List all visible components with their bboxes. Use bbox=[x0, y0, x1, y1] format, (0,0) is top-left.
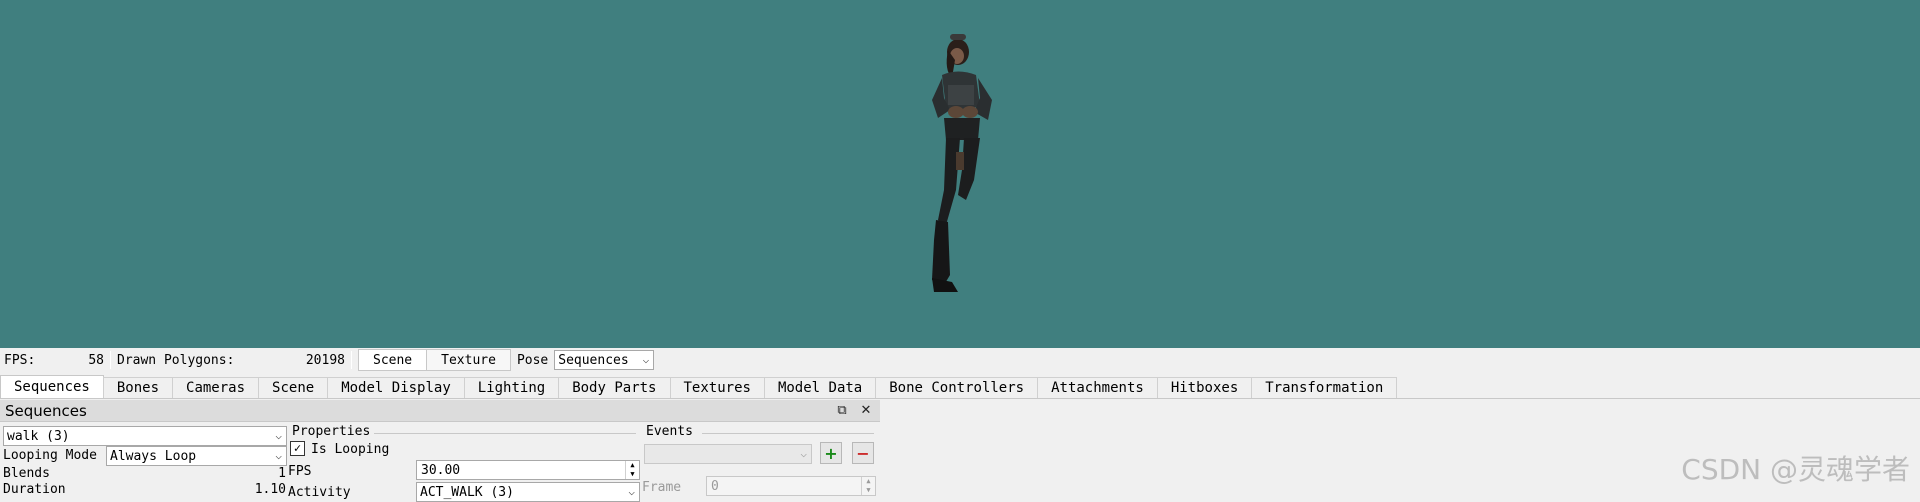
character-model bbox=[932, 34, 992, 292]
tab-hitboxes[interactable]: Hitboxes bbox=[1156, 377, 1253, 398]
is-looping-label: Is Looping bbox=[311, 442, 390, 457]
spin-arrows-icon[interactable]: ▲ ▼ bbox=[625, 461, 639, 479]
chevron-down-icon: ⌵ bbox=[275, 449, 282, 462]
fps-readout: FPS: 58 bbox=[0, 348, 108, 372]
looping-mode-dropdown[interactable]: Always Loop ⌵ bbox=[106, 446, 287, 466]
panel-title: Sequences bbox=[5, 401, 87, 420]
duration-value: 1.10 bbox=[254, 482, 286, 497]
fps-label: FPS: bbox=[4, 352, 36, 368]
remove-event-button[interactable]: − bbox=[852, 442, 874, 464]
activity-dropdown[interactable]: ACT_WALK (3) ⌵ bbox=[416, 482, 640, 502]
looping-mode-value: Always Loop bbox=[110, 448, 197, 464]
tab-transformation[interactable]: Transformation bbox=[1251, 377, 1398, 398]
model-viewport[interactable] bbox=[0, 0, 1920, 348]
pose-dropdown[interactable]: Sequences ⌵ bbox=[554, 350, 655, 370]
separator bbox=[110, 351, 111, 369]
frame-label: Frame bbox=[642, 480, 682, 495]
panel-title-bar: Sequences ⧉ ✕ bbox=[0, 400, 880, 422]
tab-bone-controllers[interactable]: Bone Controllers bbox=[875, 377, 1039, 398]
spin-arrows-icon: ▲ ▼ bbox=[861, 477, 875, 495]
tab-model-data[interactable]: Model Data bbox=[763, 377, 877, 398]
polygons-value: 20198 bbox=[305, 352, 345, 368]
tab-bones[interactable]: Bones bbox=[102, 377, 174, 398]
sequence-dropdown[interactable]: walk (3) ⌵ bbox=[3, 426, 287, 446]
polygons-label: Drawn Polygons: bbox=[117, 352, 235, 368]
tab-scene[interactable]: Scene bbox=[258, 377, 329, 398]
polygon-readout: Drawn Polygons: 20198 bbox=[113, 348, 349, 372]
activity-label: Activity bbox=[288, 485, 351, 500]
sequence-dropdown-value: walk (3) bbox=[7, 428, 70, 444]
chevron-down-icon: ⌵ bbox=[800, 447, 807, 460]
sequences-panel: Sequences ⧉ ✕ walk (3) ⌵ Looping Mode Al… bbox=[0, 400, 880, 502]
events-dropdown[interactable]: ⌵ bbox=[644, 444, 812, 464]
events-divider bbox=[702, 433, 874, 434]
chevron-down-icon: ⌵ bbox=[642, 353, 650, 366]
duration-label: Duration bbox=[3, 482, 66, 497]
tab-strip: Sequences Bones Cameras Scene Model Disp… bbox=[0, 375, 1920, 399]
fps-value: 58 bbox=[88, 352, 104, 368]
restore-icon[interactable]: ⧉ bbox=[834, 403, 850, 419]
blends-label: Blends bbox=[3, 466, 50, 481]
scene-mode-button[interactable]: Scene bbox=[358, 349, 428, 371]
tab-attachments[interactable]: Attachments bbox=[1037, 377, 1158, 398]
blends-value: 1 bbox=[278, 466, 286, 481]
frame-spinbox: 0 ▲ ▼ bbox=[706, 476, 876, 496]
status-toolbar: FPS: 58 Drawn Polygons: 20198 Scene Text… bbox=[0, 348, 1920, 372]
close-icon[interactable]: ✕ bbox=[858, 403, 874, 419]
frame-spinbox-value: 0 bbox=[711, 478, 719, 494]
activity-value: ACT_WALK (3) bbox=[420, 484, 514, 500]
tab-lighting[interactable]: Lighting bbox=[463, 377, 560, 398]
tab-textures[interactable]: Textures bbox=[669, 377, 765, 398]
chevron-down-icon: ⌵ bbox=[628, 485, 635, 498]
tab-sequences[interactable]: Sequences bbox=[0, 375, 104, 398]
tab-body-parts[interactable]: Body Parts bbox=[558, 377, 671, 398]
events-header: Events bbox=[646, 424, 693, 439]
tab-cameras[interactable]: Cameras bbox=[172, 377, 260, 398]
properties-header: Properties bbox=[292, 424, 371, 439]
properties-divider bbox=[374, 433, 636, 434]
is-looping-checkbox[interactable]: ✓ bbox=[290, 441, 305, 456]
tab-model-display[interactable]: Model Display bbox=[327, 377, 465, 398]
add-event-button[interactable]: + bbox=[820, 442, 842, 464]
pose-label: Pose bbox=[516, 352, 549, 368]
chevron-down-icon: ⌵ bbox=[275, 429, 282, 442]
pose-dropdown-value: Sequences bbox=[558, 352, 629, 368]
fps-spinbox-value: 30.00 bbox=[421, 462, 461, 478]
fps-spinbox[interactable]: 30.00 ▲ ▼ bbox=[416, 460, 640, 480]
properties-fps-label: FPS bbox=[288, 464, 312, 479]
separator bbox=[351, 351, 352, 369]
looping-mode-label: Looping Mode bbox=[3, 448, 97, 463]
texture-mode-button[interactable]: Texture bbox=[427, 349, 511, 371]
watermark: CSDN @灵魂学者 bbox=[1681, 453, 1910, 486]
